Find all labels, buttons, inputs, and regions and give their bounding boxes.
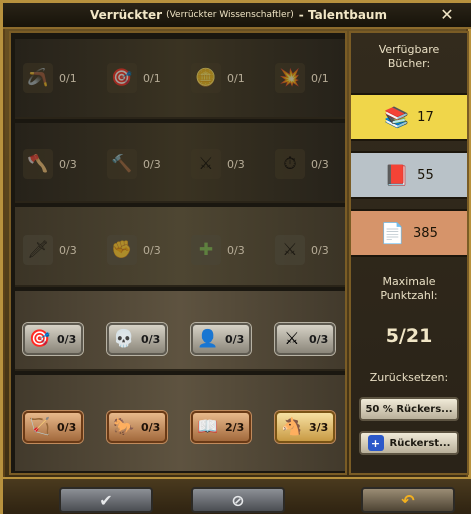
star-plus-icon: ✚ — [191, 235, 221, 265]
blue-reset-icon: + — [367, 435, 384, 451]
talent-value: 2/3 — [225, 420, 245, 434]
cancel-icon: ⊘ — [231, 490, 245, 510]
talent-swords-plus[interactable]: ⚔ 0/3 — [275, 233, 341, 267]
talent-value: 0/3 — [141, 332, 161, 346]
talent-book-plus[interactable]: 📖 2/3 — [191, 411, 251, 443]
talent-value: 0/3 — [59, 157, 77, 171]
talent-value: 0/3 — [59, 243, 77, 257]
gold-books-counter: 📚 17 — [351, 93, 467, 141]
talent-horse-red[interactable]: 🐎 0/3 — [107, 411, 167, 443]
talent-horse-gold[interactable]: 🐴 3/3 — [275, 411, 335, 443]
talent-value: 0/3 — [311, 243, 329, 257]
talent-value: 0/1 — [227, 71, 245, 85]
fist-icon: ✊ — [107, 235, 137, 265]
reset-50-label: 50 % Rückers... — [365, 403, 453, 415]
talent-value: 0/3 — [57, 420, 77, 434]
talent-skull-heart[interactable]: 💀 0/3 — [107, 323, 167, 355]
swords-clock-icon: ⏱ — [275, 149, 305, 179]
reset-50-button[interactable]: 50 % Rückers... — [359, 397, 459, 421]
horse-red-icon: 🐎 — [113, 417, 135, 437]
talent-value: 3/3 — [309, 420, 329, 434]
window-title-tail: - Talentbaum — [298, 8, 387, 22]
coin-plus-icon: 🪙 — [191, 63, 221, 93]
talent-value: 0/3 — [141, 420, 161, 434]
white-books-count: 385 — [413, 225, 438, 241]
heart-burst-icon: 💥 — [275, 63, 305, 93]
talent-heart-burst[interactable]: 💥 0/1 — [275, 61, 341, 95]
spear-icon: 🗡 — [23, 235, 53, 265]
talent-value: 0/3 — [143, 243, 161, 257]
talent-swords-clock[interactable]: ⏱ 0/3 — [275, 147, 341, 181]
talent-row-4: 🎯 0/3 💀 0/3 👤 0/3 ⚔ 0/3 — [15, 291, 345, 371]
side-panel: Verfügbare Bücher: 📚 17 📕 55 📄 385 Maxim… — [349, 31, 469, 475]
reset-full-label: Rückerst... — [389, 437, 451, 449]
window-subtitle: (Verrückter Wissenschaftler) — [166, 10, 294, 20]
footer-bar: ✔ ⊘ ↶ — [3, 477, 471, 514]
title-bar: Verrückter (Verrückter Wissenschaftler) … — [3, 3, 471, 29]
white-book-icon: 📄 — [380, 221, 406, 245]
talent-star-plus[interactable]: ✚ 0/3 — [191, 233, 257, 267]
talent-row-1: 🪃 0/1 🎯 0/1 🪙 0/1 💥 0/1 — [15, 39, 345, 119]
gold-books-count: 17 — [417, 109, 434, 125]
hammer-soldier-icon: 🔨 — [107, 149, 137, 179]
soldier-target-icon: 🎯 — [107, 63, 137, 93]
talent-coin-plus[interactable]: 🪙 0/1 — [191, 61, 257, 95]
talent-window: Verrückter (Verrückter Wissenschaftler) … — [0, 0, 471, 514]
red-books-counter: 📕 55 — [351, 151, 467, 199]
undo-button[interactable]: ↶ — [361, 487, 455, 513]
talent-value: 0/3 — [225, 332, 245, 346]
swords-plus-icon: ⚔ — [275, 235, 305, 265]
talent-warrior-plus[interactable]: 👤 0/3 — [191, 323, 251, 355]
checkmark-icon: ✔ — [99, 490, 113, 510]
window-title: Verrückter — [90, 8, 163, 22]
talent-sword-boot[interactable]: ⚔ 0/3 — [275, 323, 335, 355]
talent-value: 0/3 — [309, 332, 329, 346]
reset-full-button[interactable]: + Rückerst... — [359, 431, 459, 455]
talent-soldier-target[interactable]: 🎯 0/1 — [107, 61, 173, 95]
talent-fist[interactable]: ✊ 0/3 — [107, 233, 173, 267]
talent-axe[interactable]: 🪓 0/3 — [23, 147, 89, 181]
confirm-button[interactable]: ✔ — [59, 487, 153, 513]
undo-icon: ↶ — [401, 490, 415, 510]
talent-value: 0/3 — [227, 157, 245, 171]
close-icon[interactable]: ✕ — [438, 6, 456, 24]
cancel-button[interactable]: ⊘ — [191, 487, 285, 513]
max-points-label: Maximale Punktzahl: — [380, 275, 438, 302]
talent-spear[interactable]: 🗡 0/3 — [23, 233, 89, 267]
reset-label: Zurücksetzen: — [369, 371, 449, 384]
horse-gold-icon: 🐴 — [281, 417, 303, 437]
talent-target-arrow[interactable]: 🎯 0/3 — [23, 323, 83, 355]
book-plus-icon: 📖 — [197, 417, 219, 437]
sword-boot-icon: ⚔ — [284, 329, 300, 349]
talent-value: 0/3 — [311, 157, 329, 171]
axe-icon: 🪓 — [23, 149, 53, 179]
talent-row-3: 🗡 0/3 ✊ 0/3 ✚ 0/3 ⚔ 0/3 — [15, 207, 345, 287]
points-value: 5/21 — [385, 325, 433, 347]
archer-shield-icon: 🏹 — [29, 417, 51, 437]
talent-row-5: 🏹 0/3 🐎 0/3 📖 2/3 🐴 3/3 — [15, 375, 345, 471]
gold-book-icon: 📚 — [384, 105, 410, 129]
talent-value: 0/1 — [311, 71, 329, 85]
warrior-plus-icon: 👤 — [197, 329, 219, 349]
red-books-count: 55 — [417, 167, 434, 183]
red-book-icon: 📕 — [384, 163, 410, 187]
boomerang-icon: 🪃 — [23, 63, 53, 93]
talent-value: 0/3 — [227, 243, 245, 257]
talent-crossed-swords-soldier[interactable]: ⚔ 0/3 — [191, 147, 257, 181]
talent-tree: 🪃 0/1 🎯 0/1 🪙 0/1 💥 0/1 🪓 0/3 🔨 0/3 ⚔ 0/… — [9, 31, 347, 475]
talent-value: 0/1 — [59, 71, 77, 85]
talent-value: 0/1 — [143, 71, 161, 85]
talent-value: 0/3 — [143, 157, 161, 171]
talent-value: 0/3 — [57, 332, 77, 346]
talent-hammer-soldier[interactable]: 🔨 0/3 — [107, 147, 173, 181]
talent-archer-shield[interactable]: 🏹 0/3 — [23, 411, 83, 443]
talent-row-2: 🪓 0/3 🔨 0/3 ⚔ 0/3 ⏱ 0/3 — [15, 123, 345, 203]
crossed-swords-soldier-icon: ⚔ — [191, 149, 221, 179]
talent-boomerang[interactable]: 🪃 0/1 — [23, 61, 89, 95]
skull-heart-icon: 💀 — [113, 329, 135, 349]
books-label: Verfügbare Bücher: — [378, 43, 440, 70]
white-books-counter: 📄 385 — [351, 209, 467, 257]
target-arrow-icon: 🎯 — [29, 329, 51, 349]
